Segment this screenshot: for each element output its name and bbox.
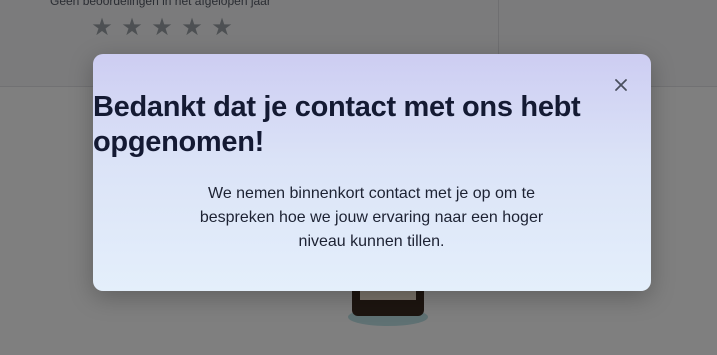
- thank-you-modal: Bedankt dat je contact met ons hebt opge…: [93, 54, 651, 291]
- close-button[interactable]: [610, 74, 632, 96]
- modal-message: We nemen binnenkort contact met je op om…: [199, 185, 544, 250]
- close-icon: [615, 79, 627, 91]
- modal-title: Bedankt dat je contact met ons hebt opge…: [93, 91, 581, 158]
